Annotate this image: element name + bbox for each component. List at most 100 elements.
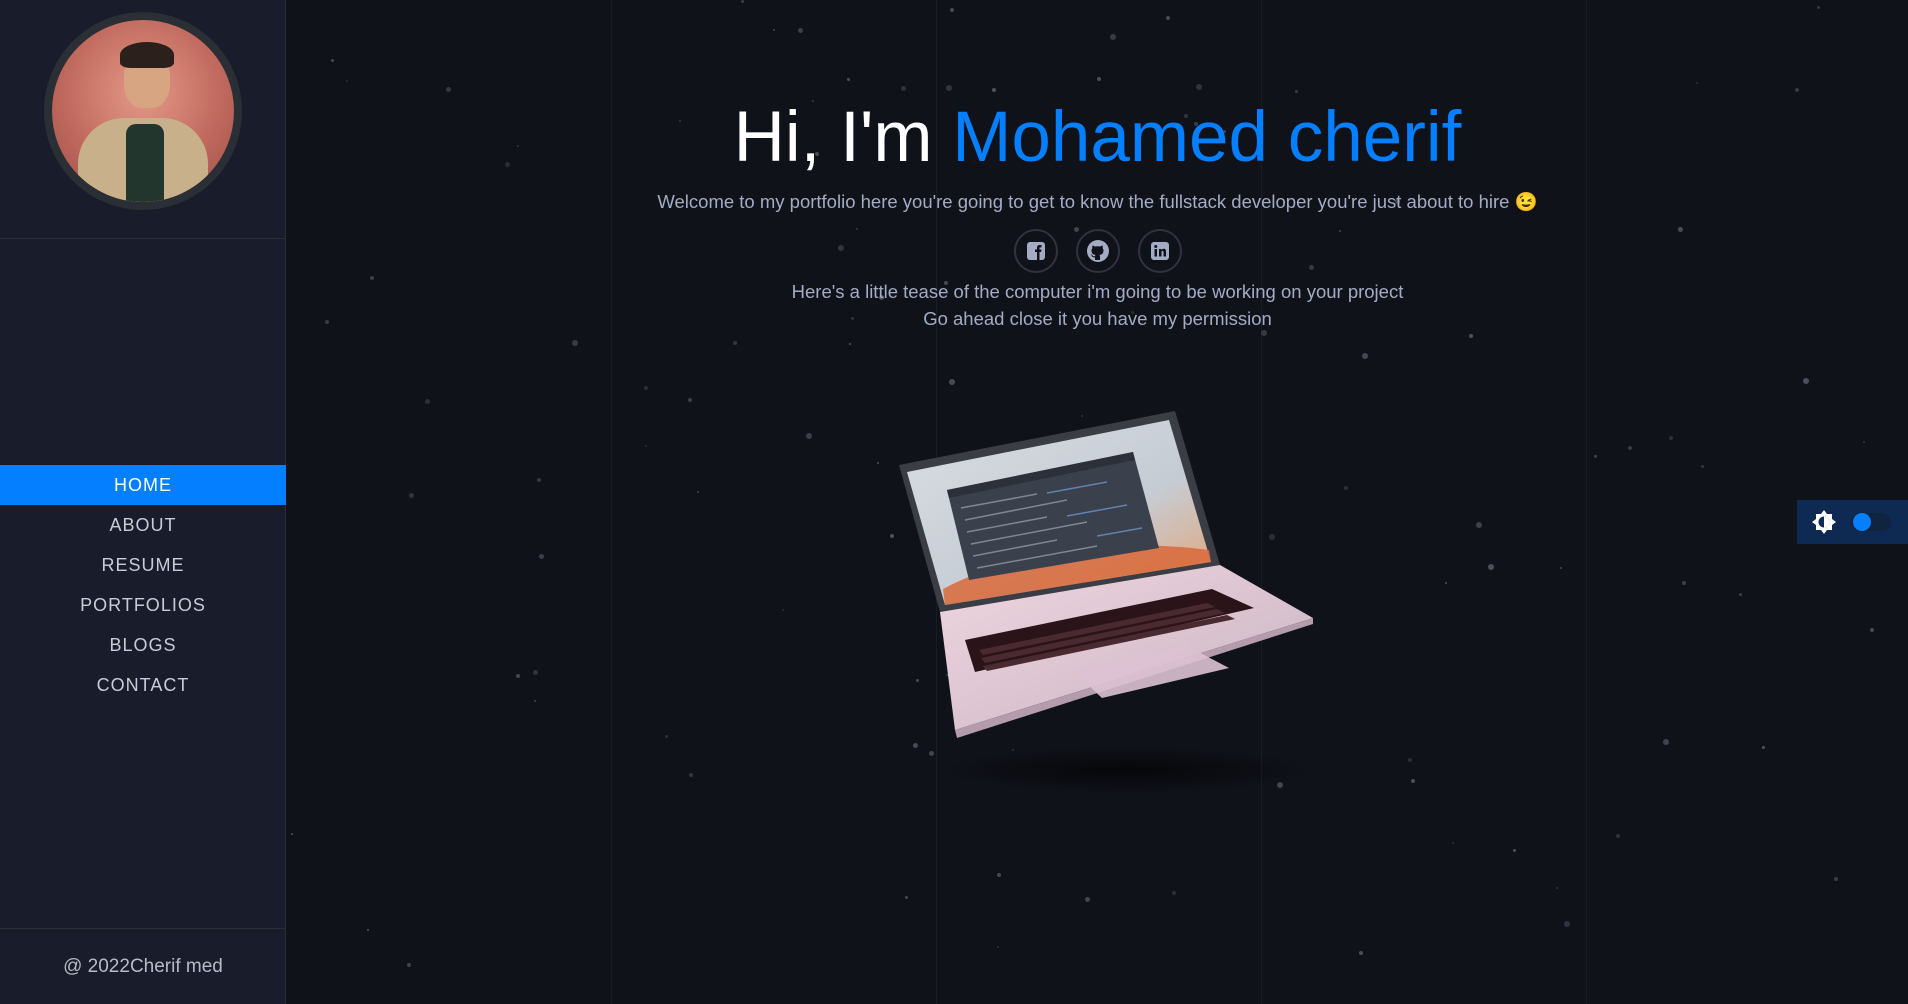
star (1682, 581, 1686, 585)
laptop-3d-model[interactable] (897, 400, 1317, 800)
tease-line-1: Here's a little tease of the computer i'… (791, 281, 1404, 302)
star (950, 8, 954, 12)
star (1488, 564, 1494, 570)
star (1166, 16, 1170, 20)
star (773, 29, 775, 31)
star (1556, 887, 1558, 889)
star (367, 929, 369, 931)
nav-item-resume[interactable]: RESUME (0, 545, 286, 585)
star (346, 80, 348, 82)
star (533, 670, 538, 675)
star (697, 491, 699, 493)
linkedin-icon (1150, 242, 1169, 260)
star (407, 963, 411, 967)
star (1803, 378, 1809, 384)
star (1452, 842, 1454, 844)
title-greeting: Hi, I'm (733, 98, 953, 177)
star (1362, 353, 1368, 359)
nav-item-home[interactable]: HOME (0, 465, 286, 505)
star (1097, 77, 1101, 81)
nav-item-portfolios[interactable]: PORTFOLIOS (0, 585, 286, 625)
social-links (287, 229, 1908, 273)
theme-toggle[interactable] (1851, 513, 1891, 531)
star (1696, 82, 1698, 84)
star (890, 534, 894, 538)
star (1870, 628, 1874, 632)
star (733, 341, 737, 345)
star (798, 28, 803, 33)
star (1669, 436, 1673, 440)
star (1172, 891, 1176, 895)
star (409, 493, 414, 498)
star (537, 478, 541, 482)
star (782, 609, 784, 611)
hero-section: Hi, I'm Mohamed cherif Welcome to my por… (287, 90, 1908, 332)
star (665, 735, 668, 738)
avatar (43, 12, 242, 210)
github-link[interactable] (1075, 229, 1120, 273)
star (847, 78, 850, 81)
theme-switch[interactable] (1797, 500, 1908, 544)
star (1663, 739, 1669, 745)
star (291, 833, 293, 835)
star (689, 773, 693, 777)
facebook-icon (1026, 242, 1045, 260)
star (849, 343, 851, 345)
nav-item-blogs[interactable]: BLOGS (0, 625, 286, 665)
title-name: Mohamed cherif (952, 98, 1462, 177)
star (997, 946, 999, 948)
tease-line-2: Go ahead close it you have my permission (923, 308, 1272, 329)
nav-item-contact[interactable]: CONTACT (0, 665, 286, 705)
page-title: Hi, I'm Mohamed cherif (287, 90, 1908, 185)
star (1359, 951, 1363, 955)
tease-text: Here's a little tease of the computer i'… (287, 278, 1908, 332)
star (1408, 758, 1412, 762)
star (997, 873, 1001, 877)
main-content: Hi, I'm Mohamed cherif Welcome to my por… (287, 0, 1908, 1004)
star (806, 433, 812, 439)
star (1560, 567, 1562, 569)
star (425, 399, 430, 404)
star (688, 398, 692, 402)
star (1476, 522, 1482, 528)
star (741, 0, 744, 3)
star (534, 700, 536, 702)
main-nav: HOME ABOUT RESUME PORTFOLIOS BLOGS CONTA… (0, 465, 286, 705)
star (644, 386, 648, 390)
sidebar: HOME ABOUT RESUME PORTFOLIOS BLOGS CONTA… (0, 0, 286, 1004)
star (1863, 441, 1865, 443)
star (1513, 849, 1516, 852)
star (1616, 834, 1620, 838)
star (1628, 446, 1632, 450)
star (539, 554, 544, 559)
profile-section (0, 0, 285, 239)
star (949, 379, 955, 385)
star (1445, 582, 1447, 584)
star (572, 340, 578, 346)
facebook-link[interactable] (1013, 229, 1058, 273)
linkedin-link[interactable] (1137, 229, 1182, 273)
star (1817, 6, 1820, 9)
brightness-icon[interactable] (1811, 509, 1837, 535)
star (905, 896, 908, 899)
star (1762, 746, 1765, 749)
star (645, 445, 647, 447)
star (1344, 486, 1348, 490)
toggle-knob (1853, 513, 1871, 531)
github-icon (1086, 240, 1109, 262)
star (1469, 334, 1473, 338)
star (1594, 455, 1597, 458)
star (331, 59, 334, 62)
star (877, 462, 879, 464)
nav-item-about[interactable]: ABOUT (0, 505, 286, 545)
star (1411, 779, 1415, 783)
star (1701, 465, 1704, 468)
star (1564, 921, 1570, 927)
star (1110, 34, 1116, 40)
star (1834, 877, 1838, 881)
star (1085, 897, 1090, 902)
copyright-text: @ 2022Cherif med (0, 928, 286, 1004)
welcome-text: Welcome to my portfolio here you're goin… (657, 191, 1538, 212)
star (1739, 593, 1742, 596)
star (516, 674, 520, 678)
